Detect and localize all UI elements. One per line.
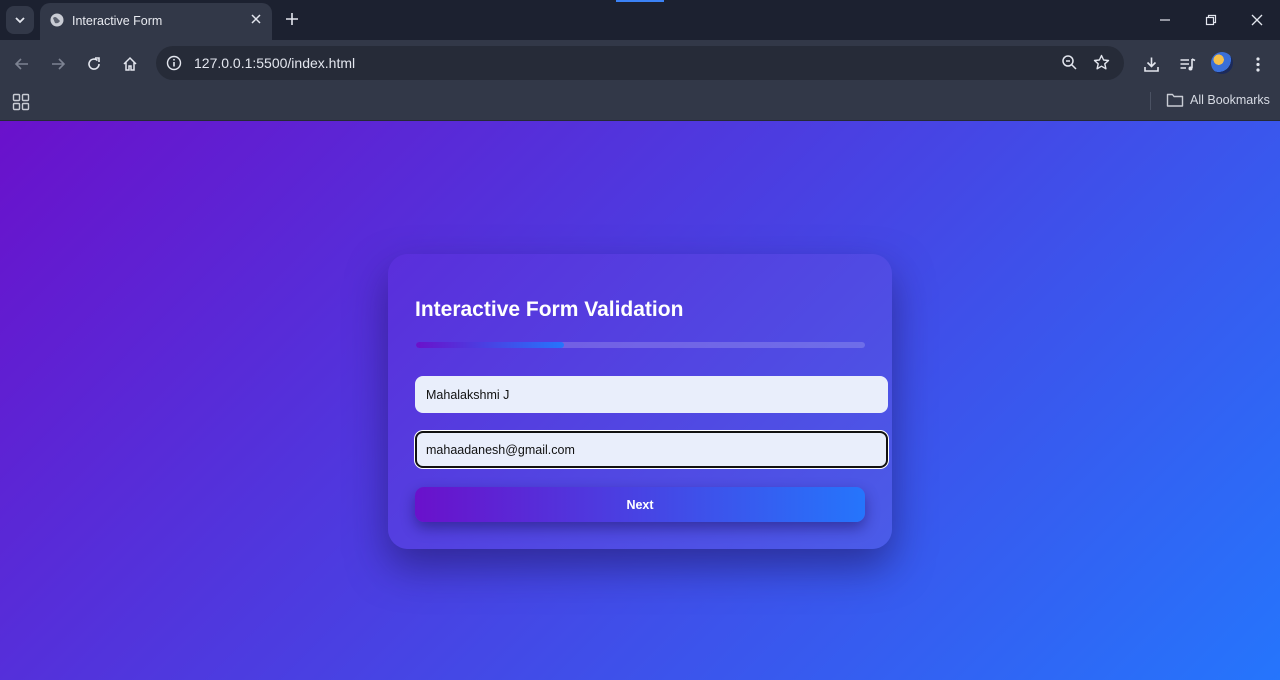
all-bookmarks-link[interactable]: All Bookmarks bbox=[1190, 93, 1270, 107]
progress-bar bbox=[416, 342, 865, 348]
bookmarks-separator bbox=[1150, 92, 1151, 110]
download-icon bbox=[1143, 57, 1159, 72]
site-info-button[interactable] bbox=[164, 53, 184, 73]
minimize-icon bbox=[1160, 19, 1170, 21]
kebab-menu-icon bbox=[1256, 56, 1260, 72]
home-button[interactable] bbox=[118, 52, 142, 76]
tab-list-button[interactable] bbox=[6, 6, 34, 34]
arrow-left-icon bbox=[14, 58, 28, 70]
star-icon bbox=[1093, 54, 1110, 70]
menu-button[interactable] bbox=[1246, 52, 1270, 76]
zoom-button[interactable] bbox=[1061, 54, 1078, 76]
tab-strip: Interactive Form bbox=[0, 0, 1280, 40]
restore-icon bbox=[1205, 14, 1217, 26]
media-controls-button[interactable] bbox=[1175, 52, 1199, 76]
page-viewport: Interactive Form Validation Next bbox=[0, 121, 1280, 680]
media-queue-icon bbox=[1180, 57, 1195, 70]
arrow-right-icon bbox=[52, 58, 66, 70]
form-card: Interactive Form Validation Next bbox=[388, 254, 892, 549]
zoom-icon bbox=[1062, 55, 1077, 70]
close-icon bbox=[1251, 14, 1263, 26]
restore-button[interactable] bbox=[1199, 8, 1223, 32]
tab-title: Interactive Form bbox=[72, 14, 163, 28]
close-icon bbox=[251, 14, 261, 24]
next-button[interactable]: Next bbox=[415, 487, 865, 522]
email-input[interactable] bbox=[415, 431, 888, 468]
bookmark-button[interactable] bbox=[1093, 54, 1110, 76]
progress-fill bbox=[416, 342, 565, 348]
plus-icon bbox=[286, 13, 298, 25]
back-button[interactable] bbox=[10, 52, 34, 76]
globe-icon bbox=[50, 13, 64, 27]
apps-grid-icon[interactable] bbox=[12, 93, 30, 111]
new-tab-button[interactable] bbox=[282, 8, 302, 30]
close-window-button[interactable] bbox=[1245, 8, 1269, 32]
avatar[interactable] bbox=[1211, 52, 1233, 74]
browser-toolbar: 127.0.0.1:5500/index.html bbox=[0, 40, 1280, 86]
reload-icon bbox=[88, 57, 100, 70]
close-tab-button[interactable] bbox=[248, 11, 264, 27]
downloads-button[interactable] bbox=[1139, 52, 1163, 76]
forward-button[interactable] bbox=[46, 52, 70, 76]
url-text[interactable]: 127.0.0.1:5500/index.html bbox=[194, 55, 355, 71]
reload-button[interactable] bbox=[82, 52, 106, 76]
address-bar[interactable]: 127.0.0.1:5500/index.html bbox=[156, 46, 1124, 80]
bookmarks-bar: All Bookmarks bbox=[0, 86, 1280, 121]
tab-strip-indicator bbox=[616, 0, 664, 2]
home-icon bbox=[123, 56, 137, 71]
browser-tab[interactable]: Interactive Form bbox=[40, 3, 272, 40]
chevron-down-icon bbox=[15, 17, 25, 24]
minimize-button[interactable] bbox=[1153, 8, 1177, 32]
folder-icon bbox=[1166, 93, 1184, 107]
info-icon bbox=[166, 55, 182, 71]
name-input[interactable] bbox=[415, 376, 888, 413]
form-title: Interactive Form Validation bbox=[415, 298, 684, 321]
